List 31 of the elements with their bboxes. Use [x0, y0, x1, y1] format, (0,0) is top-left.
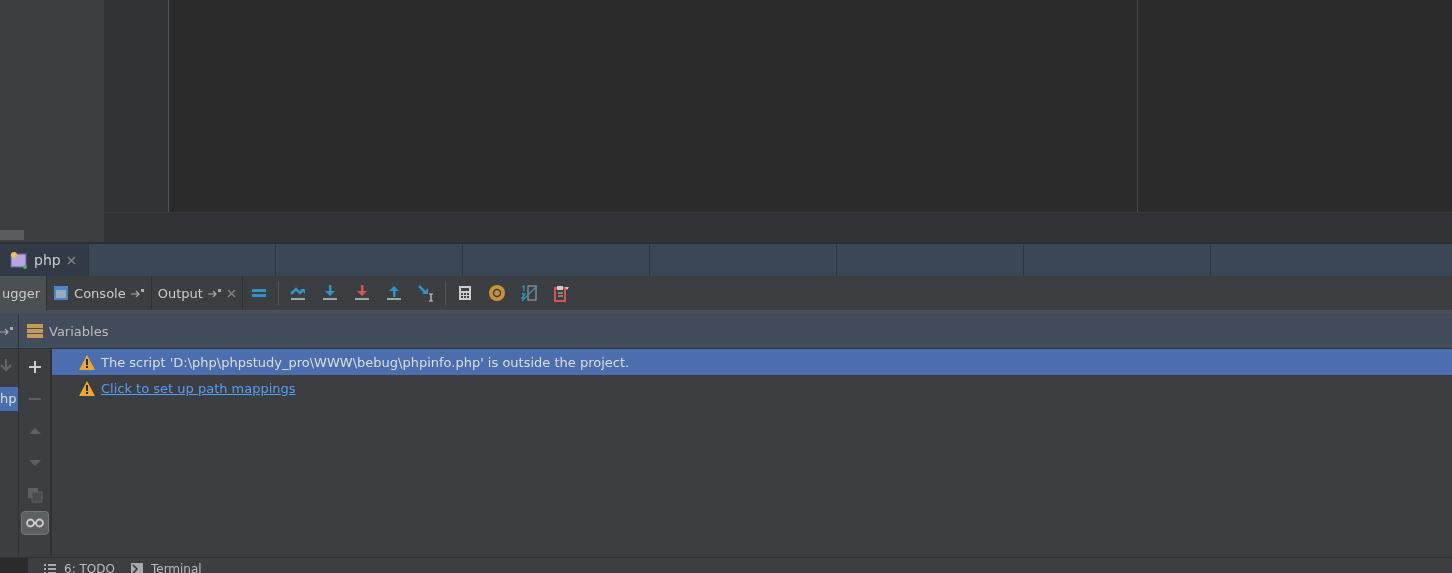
clipboard-icon[interactable]	[551, 284, 570, 302]
tool-window-tab[interactable]: php	[0, 244, 88, 276]
step-into-icon[interactable]	[320, 284, 339, 302]
add-icon[interactable]	[26, 359, 43, 375]
warning-icon	[79, 380, 95, 396]
status-bar-tab[interactable]: 6: TODO	[44, 559, 115, 573]
console-icon	[53, 285, 70, 301]
warning-icon	[79, 354, 95, 370]
list-icon	[44, 563, 56, 573]
variables-title: Variables	[49, 323, 109, 339]
frame-item[interactable]: hp	[0, 387, 18, 411]
message-row[interactable]: The script 'D:\php\phpstudy_pro\WWW\bebug\phpinfo.php' is outside the project.	[52, 349, 1452, 375]
step-out-icon[interactable]	[384, 284, 403, 302]
scrollbar-thumb[interactable]	[0, 230, 24, 240]
numbered-list-icon[interactable]	[519, 284, 538, 302]
path-mappings-link[interactable]: Click to set up path mappings	[101, 380, 296, 396]
watches-toggle[interactable]	[20, 511, 49, 535]
force-step-into-icon[interactable]	[352, 284, 371, 302]
close-icon[interactable]	[226, 288, 236, 298]
variables-icon	[27, 323, 43, 339]
pin-icon[interactable]	[130, 289, 145, 297]
run-to-cursor-icon[interactable]	[416, 284, 435, 302]
pin-icon[interactable]	[0, 327, 14, 335]
warning-message: The script 'D:\php\phpstudy_pro\WWW\bebug\phpinfo.php' is outside the project.	[101, 354, 630, 370]
glasses-icon	[25, 518, 44, 528]
debugger-tab[interactable]: ugger	[0, 276, 48, 310]
status-bar-tab[interactable]: Terminal	[130, 559, 202, 573]
php-file-icon	[10, 251, 28, 269]
pin-icon[interactable]	[207, 289, 222, 297]
close-icon[interactable]	[66, 255, 76, 265]
message-row[interactable]: Click to set up path mappings	[52, 375, 1452, 401]
